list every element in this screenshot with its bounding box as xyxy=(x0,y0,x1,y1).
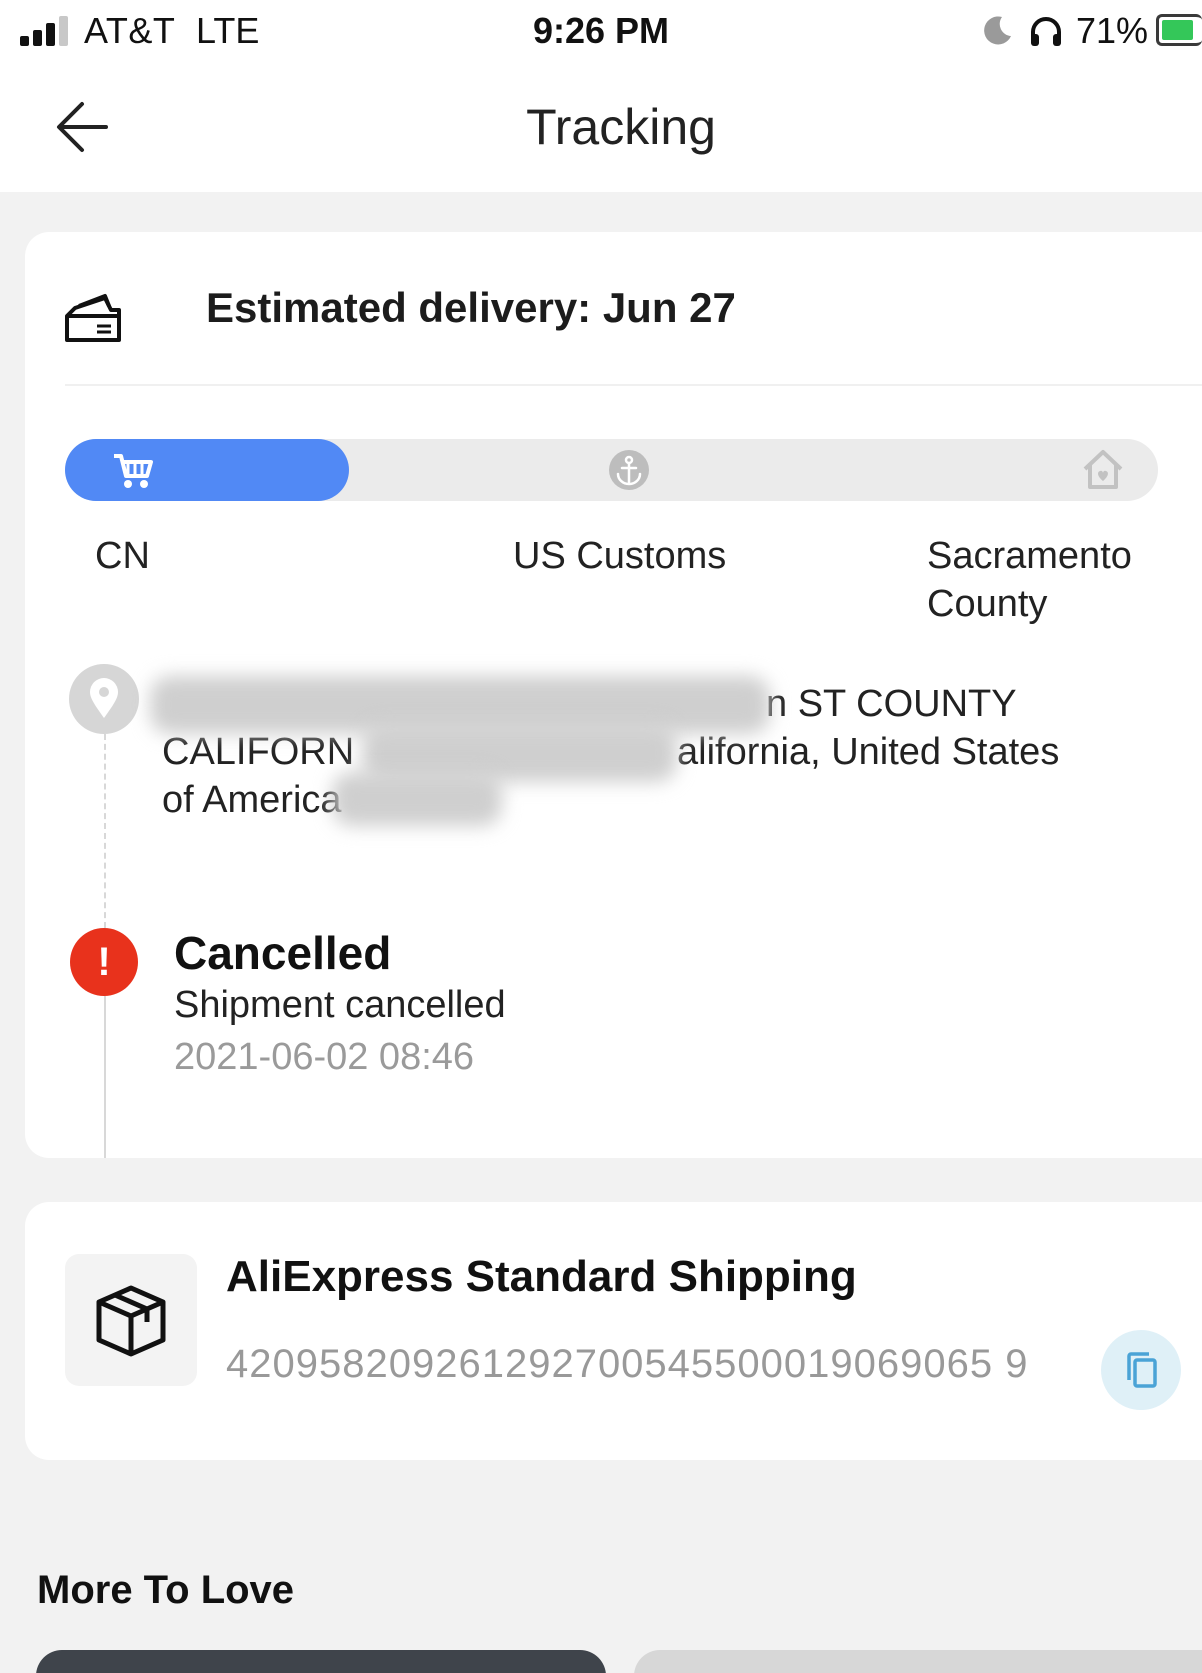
address-line-3: of America xyxy=(162,779,342,821)
shipping-carrier-name: AliExpress Standard Shipping xyxy=(226,1252,857,1301)
tracking-number: 420958209261292700545500019069065 9 xyxy=(226,1342,1029,1386)
estimated-delivery: Estimated delivery: Jun 27 xyxy=(206,284,736,331)
progress-fill xyxy=(65,439,350,501)
alert-icon: ! xyxy=(70,928,138,996)
stage-label-destination: Sacramento County xyxy=(927,535,1132,625)
delivery-box-icon xyxy=(65,294,121,342)
moon-icon xyxy=(984,16,1011,45)
stage-label-origin: CN xyxy=(95,535,150,577)
event-description: Shipment cancelled xyxy=(174,984,506,1026)
event-status: Cancelled xyxy=(174,927,392,979)
delivery-address: n ST COUNTY CALIFORN alifornia, United S… xyxy=(150,676,1172,826)
anchor-icon xyxy=(609,450,649,490)
address-line-2-start: CALIFORN xyxy=(162,731,355,773)
copy-button[interactable] xyxy=(1101,1330,1181,1410)
tracking-card: Estimated delivery: Jun 27 CN US Customs… xyxy=(25,232,1202,1158)
divider xyxy=(65,384,1202,386)
timeline-connector xyxy=(104,996,106,1158)
page-title: Tracking xyxy=(526,99,716,155)
home-icon xyxy=(1083,450,1123,489)
battery-percent: 71% xyxy=(1076,10,1149,51)
stage-label-customs: US Customs xyxy=(513,535,727,577)
headphones-icon xyxy=(1031,17,1061,46)
cart-icon xyxy=(114,454,153,488)
location-pin-icon xyxy=(69,664,139,734)
address-line-1: n ST COUNTY xyxy=(766,683,1017,725)
section-title-more-to-love: More To Love xyxy=(37,1568,295,1612)
clock: 9:26 PM xyxy=(532,10,670,51)
timeline-connector xyxy=(104,734,106,928)
redacted-text xyxy=(332,772,502,826)
battery-charging-icon xyxy=(1156,14,1202,46)
shipping-progress-bar xyxy=(65,439,1158,501)
address-line-2-end: alifornia, United States xyxy=(677,731,1060,773)
package-icon xyxy=(65,1254,197,1386)
product-thumbnail[interactable] xyxy=(36,1650,606,1673)
product-thumbnail[interactable] xyxy=(634,1650,1202,1673)
nav-bar: Tracking xyxy=(0,70,1202,192)
copy-icon xyxy=(1127,1352,1157,1388)
shipping-method-card: AliExpress Standard Shipping 42095820926… xyxy=(25,1202,1202,1460)
status-bar: AT&T LTE 9:26 PM 71% xyxy=(0,0,1202,70)
event-timestamp: 2021-06-02 08:46 xyxy=(174,1036,475,1078)
